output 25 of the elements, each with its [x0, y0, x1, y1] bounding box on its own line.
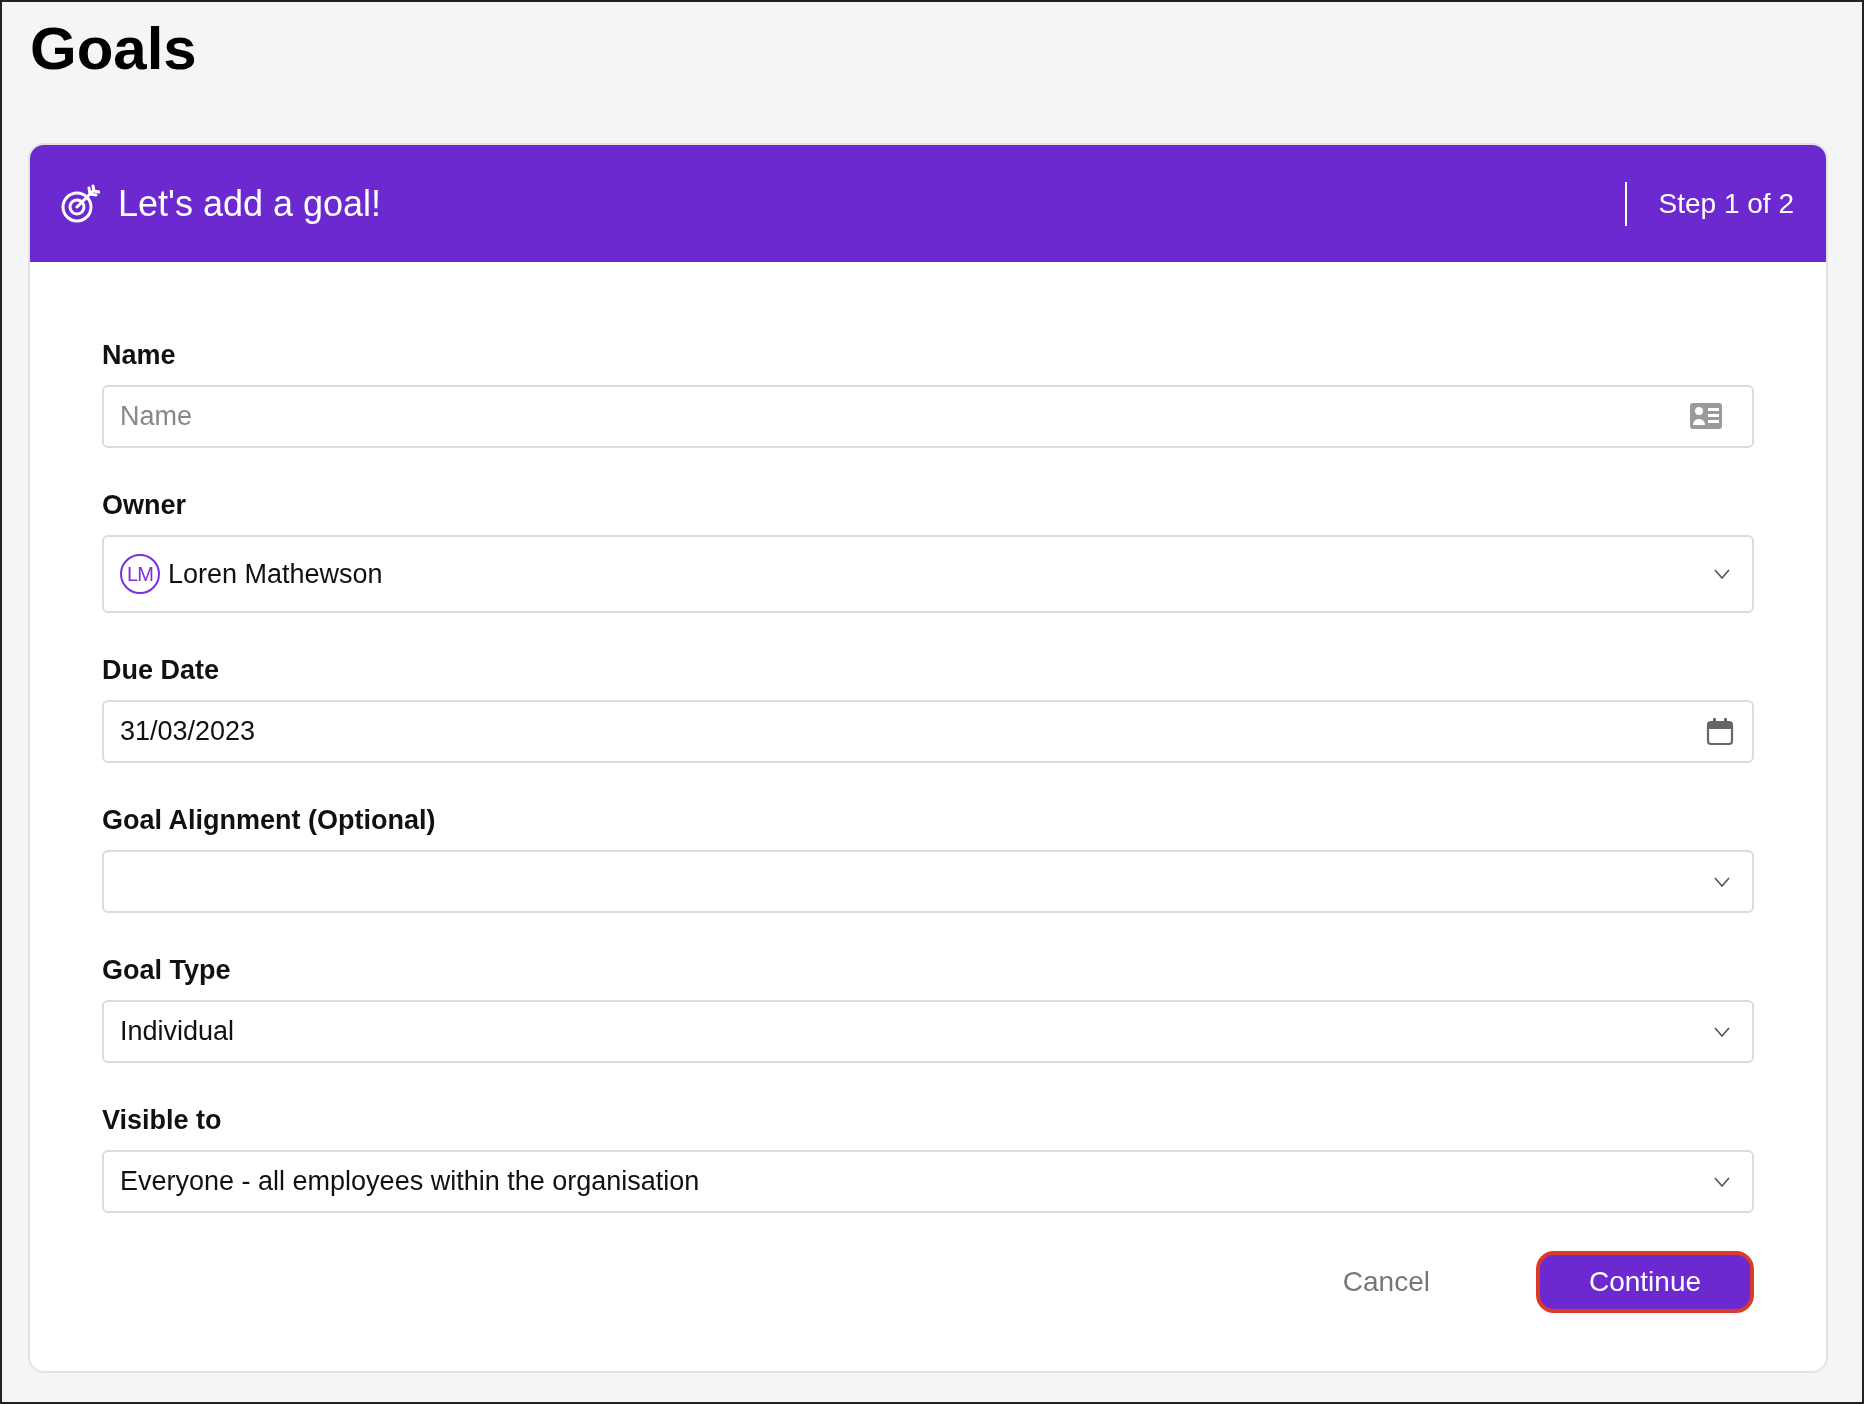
form-title: Let's add a goal!	[118, 182, 382, 225]
field-label: Due Date	[102, 655, 220, 686]
date-input[interactable]: 31/03/2023	[102, 700, 1754, 763]
page-title: Goals	[30, 14, 197, 84]
field-label: Name	[102, 340, 176, 371]
dropdown-select[interactable]: Everyone - all employees within the organisation	[102, 1150, 1754, 1213]
chevron-down-icon	[1714, 1176, 1730, 1187]
field-label: Goal Type	[102, 955, 231, 986]
name-input[interactable]: Name	[102, 385, 1754, 448]
calendar-icon	[1706, 717, 1734, 746]
field-label: Goal Alignment (Optional)	[102, 805, 436, 836]
contact-card-icon	[1690, 403, 1722, 429]
field-label: Owner	[102, 490, 187, 521]
initials-avatar: LM	[120, 554, 160, 594]
dropdown-select[interactable]: Individual	[102, 1000, 1754, 1063]
chevron-down-icon	[1714, 876, 1730, 887]
target-icon	[60, 183, 100, 224]
continue-button[interactable]: Continue	[1536, 1251, 1754, 1313]
chevron-down-icon	[1714, 569, 1730, 579]
dropdown-select[interactable]	[102, 850, 1754, 913]
cancel-button[interactable]: Cancel	[1296, 1251, 1476, 1313]
step-indicator: Step 1 of 2	[1658, 187, 1794, 220]
field-label: Visible to	[102, 1105, 222, 1136]
owner-select[interactable]: LM Loren Mathewson	[102, 535, 1754, 613]
chevron-down-icon	[1714, 1026, 1730, 1037]
